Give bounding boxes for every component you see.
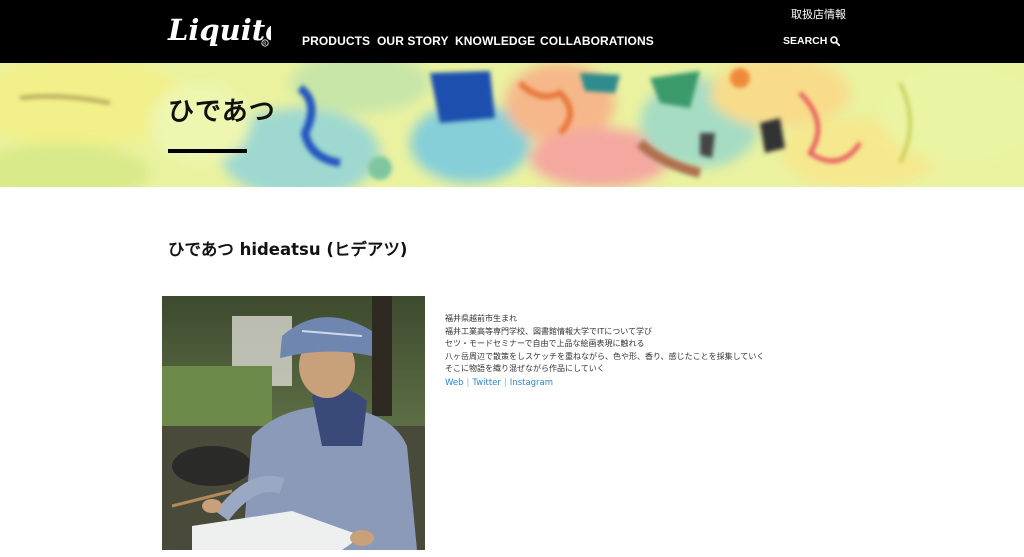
artist-name-heading: ひであつ hideatsu (ヒデアツ) [168, 240, 408, 259]
logo-mark: Liquitex R [167, 13, 271, 47]
search-icon [830, 36, 841, 46]
bio-line: そこに物語を織り混ぜながら作品にしていく [445, 364, 605, 373]
bio-line: 八ヶ岳周辺で散策をしスケッチを重ねながら、色や形、香り、感じたことを採集していく [445, 351, 765, 361]
svg-text:R: R [263, 41, 266, 47]
artist-links: Web | Twitter | Instagram [445, 378, 553, 388]
search-label: SEARCH [783, 35, 828, 47]
site-header: Liquitex R 取扱店情報 PRODUCTS OUR STORY KNOW… [0, 0, 1024, 63]
logo-text: Liquitex [167, 13, 271, 47]
search-button[interactable]: SEARCH [783, 35, 841, 47]
nav-our-story[interactable]: OUR STORY [377, 34, 449, 48]
twitter-link[interactable]: Twitter [472, 378, 501, 388]
artist-bio: 福井県越前市生まれ 福井工業高等専門学校、図書館情報大学でITについて学び セツ… [445, 313, 764, 376]
link-separator: | [466, 378, 470, 388]
link-separator: | [503, 378, 507, 388]
bio-line: セツ・モードセミナーで自由で上品な絵画表現に触れる [445, 339, 645, 348]
artist-photo [162, 296, 425, 550]
page-title: ひであつ [168, 97, 276, 127]
web-link[interactable]: Web [445, 378, 464, 388]
nav-collaborations[interactable]: COLLABORATIONS [540, 34, 654, 48]
nav-knowledge[interactable]: KNOWLEDGE [455, 34, 535, 48]
bio-line: 福井県越前市生まれ [445, 314, 517, 323]
instagram-link[interactable]: Instagram [510, 378, 553, 388]
nav-products[interactable]: PRODUCTS [302, 34, 370, 48]
hero-banner: ひであつ [0, 63, 1024, 187]
liquitex-logo[interactable]: Liquitex R [167, 12, 271, 48]
dealer-info-link[interactable]: 取扱店情報 [791, 6, 846, 22]
title-underline [168, 149, 247, 153]
artist-photo-image [162, 296, 425, 550]
watercolor-background [0, 63, 1024, 187]
bio-line: 福井工業高等専門学校、図書館情報大学でITについて学び [445, 326, 653, 336]
